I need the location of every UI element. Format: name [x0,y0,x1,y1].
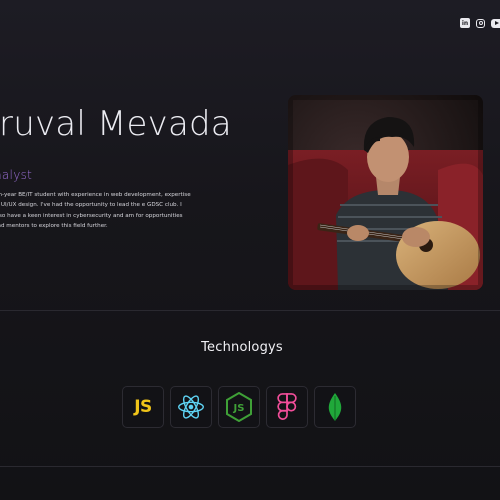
youtube-icon[interactable] [491,18,500,28]
figma-card[interactable] [266,386,308,428]
technologies-heading: Technologys [201,340,283,355]
hero-bio: rth-year BE/IT student with experience i… [0,192,191,230]
social-links: in [460,18,500,28]
mongodb-icon [328,393,342,421]
linkedin-icon[interactable]: in [460,18,470,28]
nodejs-card[interactable]: JS [218,386,260,428]
portfolio-page: in aruval Mevada nalyst rth-year BE/IT s… [0,0,500,500]
profile-photo [288,95,483,290]
javascript-card[interactable]: JS [122,386,164,428]
figma-icon [277,393,297,420]
technologies-list: JS JS [122,386,356,428]
react-card[interactable] [170,386,212,428]
hero-role: nalyst [0,168,33,182]
section-divider [0,466,500,467]
nodejs-icon: JS [226,392,252,422]
section-divider [0,310,500,311]
mongodb-card[interactable] [314,386,356,428]
instagram-icon[interactable] [476,18,485,28]
hero-name: aruval Mevada [0,104,232,144]
svg-text:JS: JS [233,403,245,414]
javascript-icon: JS [134,397,152,417]
react-icon [178,395,204,419]
